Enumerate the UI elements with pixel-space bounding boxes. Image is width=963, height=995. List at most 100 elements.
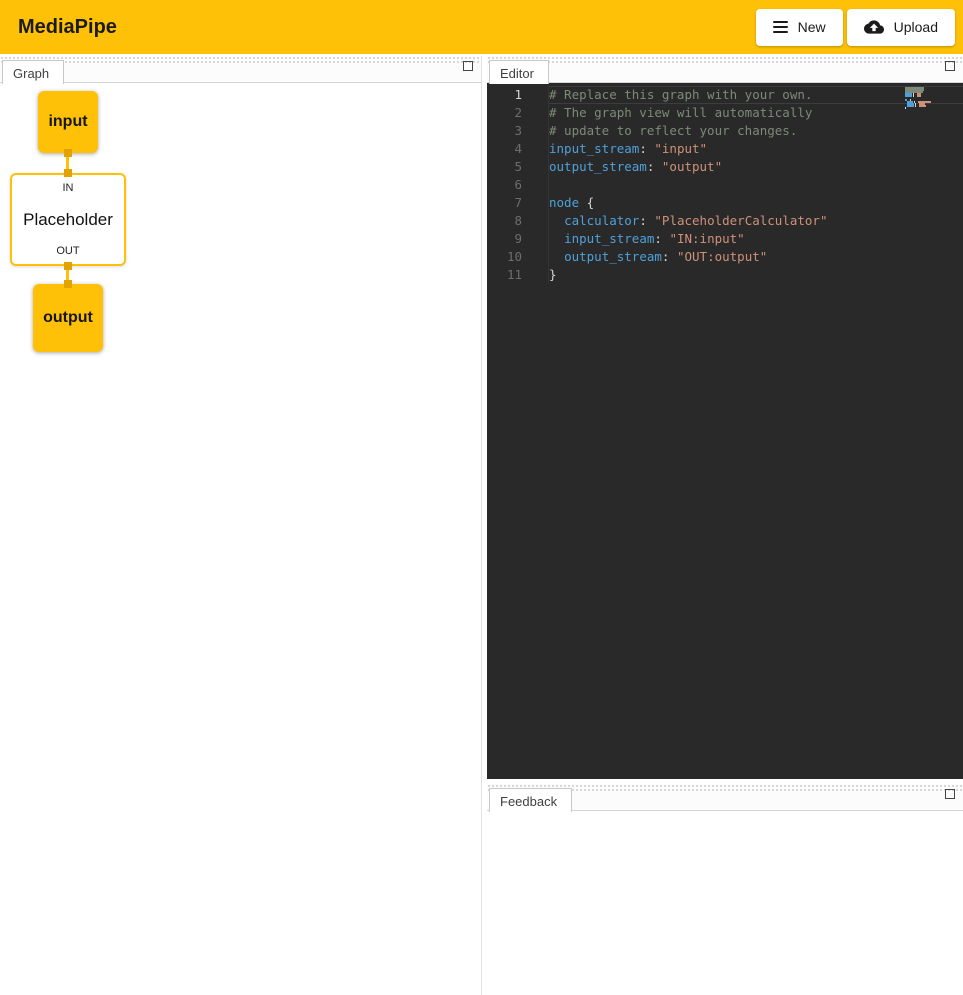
out-port-label: OUT bbox=[56, 245, 79, 257]
line-number: 4 bbox=[487, 140, 548, 158]
line-content: output_stream: "OUT:output" bbox=[548, 248, 963, 266]
new-button[interactable]: New bbox=[756, 9, 843, 46]
maximise-icon[interactable] bbox=[945, 789, 955, 799]
minimap-line bbox=[905, 107, 945, 109]
output-node-label: output bbox=[43, 309, 93, 327]
tab-feedback-label: Feedback bbox=[500, 794, 557, 809]
in-port-label: IN bbox=[63, 182, 74, 194]
code-token-key: output_stream bbox=[564, 249, 662, 264]
code-token-plain bbox=[579, 195, 587, 210]
maximise-icon[interactable] bbox=[945, 61, 955, 71]
graph-node-placeholder[interactable]: IN Placeholder OUT bbox=[10, 173, 126, 266]
code-token-plain bbox=[669, 249, 677, 264]
code-editor[interactable]: 1# Replace this graph with your own.2# T… bbox=[487, 83, 963, 779]
app-title: MediaPipe bbox=[18, 16, 117, 39]
code-token-plain bbox=[549, 213, 564, 228]
line-number: 3 bbox=[487, 122, 548, 140]
code-line[interactable]: 4input_stream: "input" bbox=[487, 140, 963, 158]
code-token-punct: { bbox=[587, 195, 595, 210]
input-node-label: input bbox=[48, 113, 87, 131]
line-number: 7 bbox=[487, 194, 548, 212]
line-number: 9 bbox=[487, 230, 548, 248]
tab-editor[interactable]: Editor bbox=[489, 60, 549, 84]
cloud-upload-icon bbox=[864, 17, 884, 37]
line-content: node { bbox=[548, 194, 963, 212]
code-token-comment: # The graph view will automatically bbox=[549, 105, 812, 120]
code-line[interactable]: 1# Replace this graph with your own. bbox=[487, 86, 963, 104]
code-token-key: output_stream bbox=[549, 159, 647, 174]
line-content: calculator: "PlaceholderCalculator" bbox=[548, 212, 963, 230]
code-line[interactable]: 7node { bbox=[487, 194, 963, 212]
line-content: # Replace this graph with your own. bbox=[548, 86, 963, 104]
line-number: 1 bbox=[487, 86, 548, 104]
code-token-string: "output" bbox=[662, 159, 722, 174]
feedback-panel: Feedback bbox=[487, 784, 963, 995]
line-content bbox=[548, 176, 963, 194]
tab-graph[interactable]: Graph bbox=[2, 60, 64, 84]
code-token-key: node bbox=[549, 195, 579, 210]
editor-panel: Editor 1# Replace this graph with your o… bbox=[487, 56, 963, 779]
code-token-punct: } bbox=[549, 267, 557, 282]
upload-button-label: Upload bbox=[894, 19, 938, 35]
port-square-icon bbox=[64, 262, 72, 270]
line-content: output_stream: "output" bbox=[548, 158, 963, 176]
line-number: 8 bbox=[487, 212, 548, 230]
line-content: input_stream: "IN:input" bbox=[548, 230, 963, 248]
graph-node-input[interactable]: input bbox=[38, 91, 98, 153]
header-actions: New Upload bbox=[756, 9, 955, 46]
new-button-label: New bbox=[798, 19, 826, 35]
code-token-string: "OUT:output" bbox=[677, 249, 767, 264]
code-token-key: input_stream bbox=[564, 231, 654, 246]
editor-panel-header[interactable]: Editor bbox=[487, 56, 963, 83]
code-token-key: input_stream bbox=[549, 141, 639, 156]
code-token-comment: # Replace this graph with your own. bbox=[549, 87, 812, 102]
code-token-string: "IN:input" bbox=[669, 231, 744, 246]
editor-minimap[interactable] bbox=[905, 87, 945, 109]
graph-panel-header[interactable]: Graph bbox=[0, 56, 481, 83]
line-content: # update to reflect your changes. bbox=[548, 122, 963, 140]
tab-feedback[interactable]: Feedback bbox=[489, 788, 572, 812]
tab-graph-label: Graph bbox=[13, 66, 49, 81]
app-header: MediaPipe New Upload bbox=[0, 0, 963, 54]
graph-panel: Graph input IN Placeholder OUT output bbox=[0, 56, 482, 995]
port-square-icon bbox=[64, 169, 72, 177]
feedback-panel-header[interactable]: Feedback bbox=[487, 784, 963, 811]
code-line[interactable]: 11} bbox=[487, 266, 963, 284]
feedback-content bbox=[487, 811, 963, 995]
code-token-string: "input" bbox=[654, 141, 707, 156]
code-token-plain bbox=[549, 231, 564, 246]
graph-canvas[interactable]: input IN Placeholder OUT output bbox=[0, 83, 481, 995]
menu-lines-icon bbox=[773, 21, 788, 33]
maximise-icon[interactable] bbox=[463, 61, 473, 71]
port-square-icon bbox=[64, 149, 72, 157]
code-token-plain bbox=[654, 159, 662, 174]
placeholder-node-label: Placeholder bbox=[23, 210, 113, 230]
line-number: 2 bbox=[487, 104, 548, 122]
code-line[interactable]: 9 input_stream: "IN:input" bbox=[487, 230, 963, 248]
code-line[interactable]: 2# The graph view will automatically bbox=[487, 104, 963, 122]
code-token-punct: : bbox=[639, 141, 647, 156]
code-token-comment: # update to reflect your changes. bbox=[549, 123, 797, 138]
line-content: } bbox=[548, 266, 963, 284]
line-number: 5 bbox=[487, 158, 548, 176]
code-line[interactable]: 8 calculator: "PlaceholderCalculator" bbox=[487, 212, 963, 230]
line-number: 11 bbox=[487, 266, 548, 284]
code-line[interactable]: 3# update to reflect your changes. bbox=[487, 122, 963, 140]
code-lines: 1# Replace this graph with your own.2# T… bbox=[487, 86, 963, 284]
line-number: 10 bbox=[487, 248, 548, 266]
line-content: input_stream: "input" bbox=[548, 140, 963, 158]
port-square-icon bbox=[64, 280, 72, 288]
tab-editor-label: Editor bbox=[500, 66, 534, 81]
line-content: # The graph view will automatically bbox=[548, 104, 963, 122]
code-line[interactable]: 6 bbox=[487, 176, 963, 194]
code-line[interactable]: 5output_stream: "output" bbox=[487, 158, 963, 176]
code-token-plain bbox=[549, 249, 564, 264]
code-line[interactable]: 10 output_stream: "OUT:output" bbox=[487, 248, 963, 266]
upload-button[interactable]: Upload bbox=[847, 9, 955, 46]
code-token-punct: : bbox=[639, 213, 647, 228]
code-token-string: "PlaceholderCalculator" bbox=[654, 213, 827, 228]
graph-node-output[interactable]: output bbox=[33, 284, 103, 352]
code-token-punct: : bbox=[654, 231, 662, 246]
line-number: 6 bbox=[487, 176, 548, 194]
code-token-key: calculator bbox=[564, 213, 639, 228]
